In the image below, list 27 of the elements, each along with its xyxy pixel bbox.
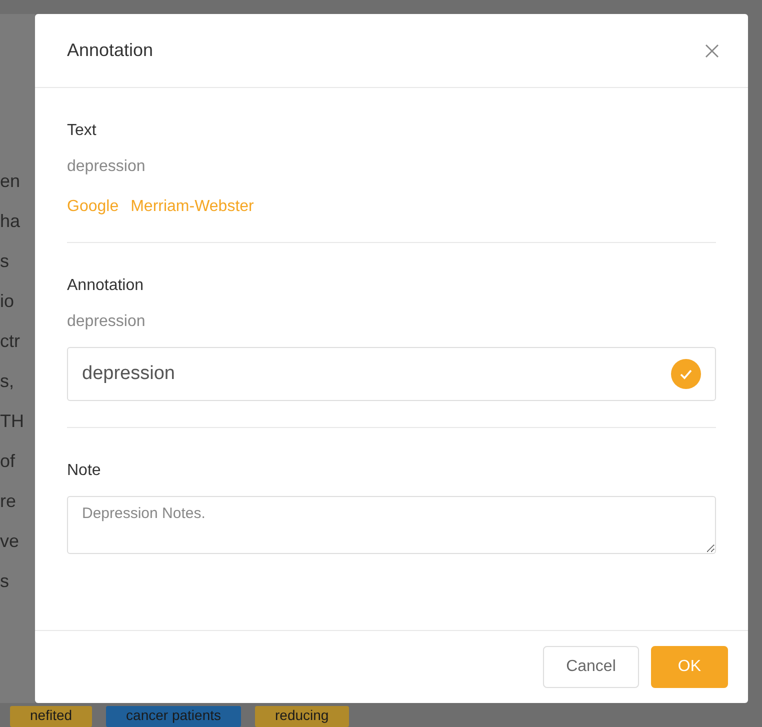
cancel-button[interactable]: Cancel: [543, 646, 639, 688]
page-text: TH: [0, 410, 25, 432]
page-text: s,: [0, 370, 16, 392]
field-value: depression: [67, 158, 146, 176]
ok-button[interactable]: OK: [650, 646, 728, 688]
page-text: en: [0, 170, 22, 192]
tag: nefited: [10, 706, 92, 727]
field-label: Text: [67, 122, 98, 140]
page-text: s: [0, 570, 10, 592]
tag: cancer patients: [106, 706, 241, 727]
note-field[interactable]: Depression Notes.: [67, 496, 716, 554]
page-text: of: [0, 450, 16, 472]
close-icon[interactable]: [704, 42, 720, 58]
field-label: Note: [67, 462, 102, 480]
field-label: Annotation: [67, 277, 145, 295]
page-text: ve: [0, 530, 20, 552]
page-text: re: [0, 490, 18, 512]
page-text: s: [0, 250, 10, 272]
link[interactable]: Merriam-Webster: [130, 198, 254, 216]
input-field[interactable]: depression: [67, 347, 716, 401]
page-text: ha: [0, 210, 22, 232]
field-value: depression: [67, 313, 146, 331]
link[interactable]: Google: [67, 198, 119, 216]
tag: reducing: [255, 706, 349, 727]
page-text: ctr: [0, 330, 21, 352]
dialog-title: Annotation: [67, 40, 154, 61]
page-text: io: [0, 290, 16, 312]
